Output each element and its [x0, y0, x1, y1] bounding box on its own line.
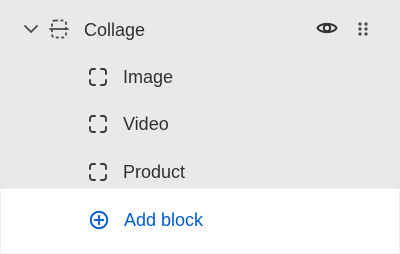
- section-row-collage[interactable]: Collage: [0, 0, 400, 60]
- block-dashed-square-icon: [89, 68, 107, 86]
- block-label: Video: [123, 114, 169, 134]
- add-block-label[interactable]: Add block: [124, 209, 203, 231]
- eye-icon[interactable]: [315, 16, 339, 40]
- plus-circle-icon: [89, 210, 109, 230]
- block-dashed-square-icon: [89, 115, 107, 133]
- block-row-video[interactable]: Video: [0, 101, 400, 149]
- section-panel: Collage Image Video Product Add block: [0, 0, 400, 254]
- drag-handle-icon[interactable]: [356, 21, 370, 37]
- section-title: Collage: [84, 20, 146, 40]
- block-row-image[interactable]: Image: [0, 54, 400, 102]
- block-label: Product: [123, 162, 186, 182]
- block-label: Image: [123, 67, 174, 87]
- add-block-button[interactable]: Add block: [0, 188, 400, 254]
- chevron-down-icon[interactable]: [22, 20, 40, 38]
- section-layout-icon: [49, 19, 69, 39]
- block-dashed-square-icon: [89, 163, 107, 181]
